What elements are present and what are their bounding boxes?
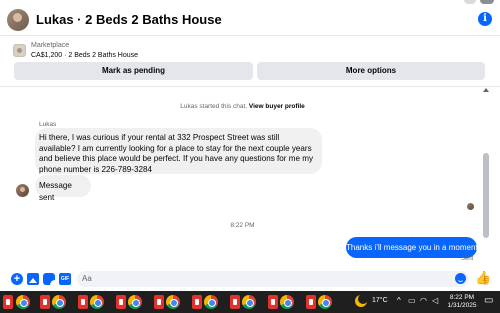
pinned-app-icon[interactable]	[306, 295, 316, 309]
weather-temperature[interactable]: 17°C	[372, 297, 388, 304]
pinned-app-icon[interactable]	[78, 295, 88, 309]
divider	[0, 86, 500, 87]
chrome-icon[interactable]	[90, 295, 104, 309]
chat-header: Lukas · 2 Beds 2 Baths House i	[0, 4, 500, 36]
chrome-icon[interactable]	[52, 295, 66, 309]
wifi-icon[interactable]: ◠	[420, 296, 427, 306]
clock-date: 1/31/2025	[447, 302, 477, 309]
avatar[interactable]	[7, 9, 29, 31]
listing-thumbnail[interactable]	[13, 44, 26, 57]
gif-icon[interactable]: GIF	[59, 273, 71, 285]
chrome-icon[interactable]	[280, 295, 294, 309]
chat-start-notice: Lukas started this chat. View buyer prof…	[0, 103, 485, 110]
thumbs-up-icon[interactable]: 👍	[475, 271, 491, 285]
pinned-app-icon[interactable]	[230, 295, 240, 309]
scroll-up-arrow[interactable]	[483, 88, 489, 92]
clock-time: 8:22 PM	[449, 294, 475, 301]
chrome-icon[interactable]	[166, 295, 180, 309]
sent-status: Sent	[461, 256, 474, 262]
chrome-icon[interactable]	[16, 295, 30, 309]
info-icon[interactable]: i	[478, 12, 492, 26]
more-options-button[interactable]: More options	[257, 62, 485, 80]
plus-icon[interactable]: +	[11, 273, 23, 285]
message-composer: + GIF Aa 👍	[0, 267, 500, 291]
speaker-icon[interactable]: ◁	[432, 296, 438, 306]
battery-icon[interactable]: ▭	[408, 296, 416, 306]
view-buyer-profile-link[interactable]: View buyer profile	[249, 103, 305, 110]
message-timestamp: 8:22 PM	[230, 222, 255, 229]
message-input[interactable]: Aa	[77, 271, 469, 287]
chrome-icon[interactable]	[204, 295, 218, 309]
incoming-status-message[interactable]: Message sent	[35, 175, 91, 202]
chat-title[interactable]: Lukas · 2 Beds 2 Baths House	[36, 12, 222, 27]
pinned-app-icon[interactable]	[40, 295, 50, 309]
chat-start-text: Lukas started this chat.	[180, 103, 248, 110]
notification-icon[interactable]: ▭	[484, 295, 493, 306]
moon-icon[interactable]	[355, 294, 368, 307]
sender-avatar[interactable]	[16, 184, 29, 197]
seen-avatar	[467, 203, 474, 210]
listing-subtitle[interactable]: CA$1,200 · 2 Beds 2 Baths House	[31, 52, 138, 59]
listing-category: Marketplace	[31, 42, 70, 49]
pinned-app-icon[interactable]	[268, 295, 278, 309]
outgoing-message[interactable]: Thanks i’ll message you in a moment	[346, 237, 478, 258]
pinned-app-icon[interactable]	[116, 295, 126, 309]
taskbar: 17°C ^ ▭ ◠ ◁ 8:22 PM 1/31/2025 ▭	[0, 291, 500, 313]
taskbar-clock[interactable]: 8:22 PM 1/31/2025	[446, 294, 478, 310]
pinned-app-icon[interactable]	[154, 295, 164, 309]
chrome-icon[interactable]	[242, 295, 256, 309]
incoming-message[interactable]: Hi there, I was curious if your rental a…	[35, 128, 322, 174]
pinned-app-icon[interactable]	[192, 295, 202, 309]
sticker-icon[interactable]	[43, 273, 55, 285]
chrome-icon[interactable]	[318, 295, 332, 309]
emoji-icon[interactable]	[455, 273, 466, 284]
photo-icon[interactable]	[27, 273, 39, 285]
chrome-icon[interactable]	[128, 295, 142, 309]
sender-name: Lukas	[39, 121, 57, 128]
pinned-app-icon[interactable]	[3, 295, 13, 309]
chevron-up-icon[interactable]: ^	[397, 296, 401, 306]
mark-as-pending-button[interactable]: Mark as pending	[14, 62, 253, 80]
